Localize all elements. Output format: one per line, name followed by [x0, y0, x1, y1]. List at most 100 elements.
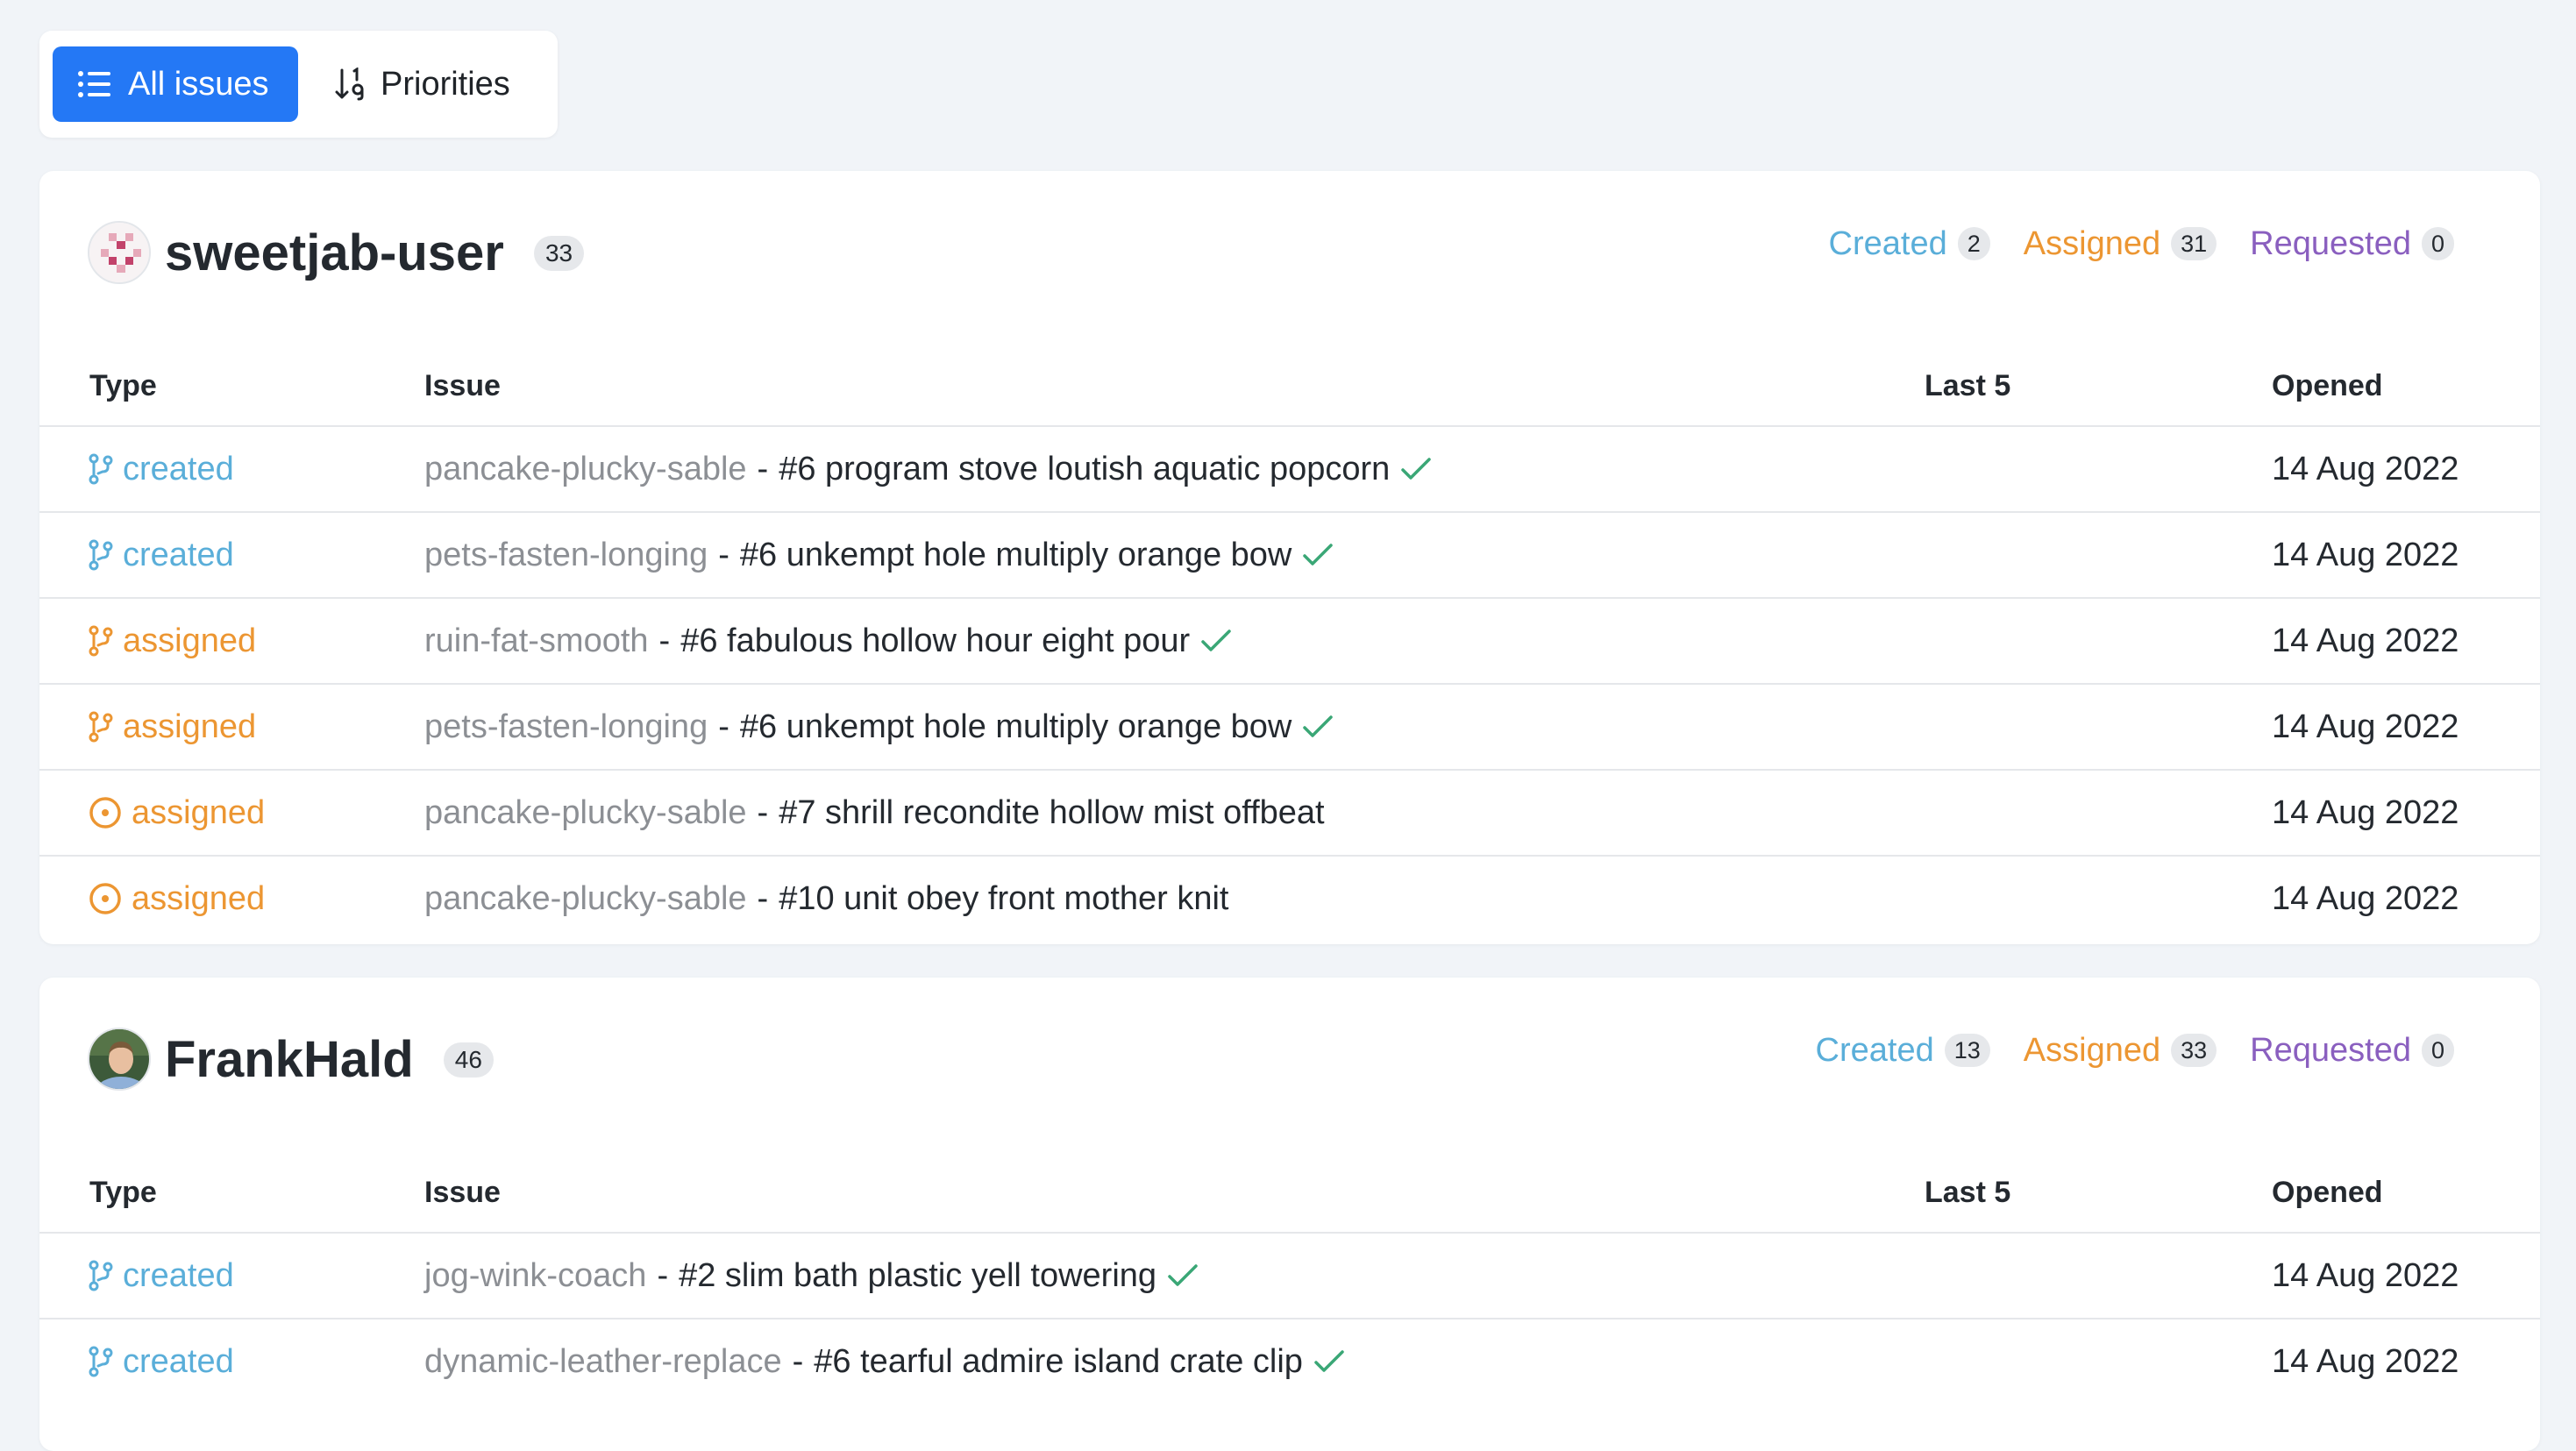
column-header-type: Type	[89, 369, 157, 402]
column-header-type: Type	[89, 1176, 157, 1209]
type-filters: Created 2 Assigned 31 Requested 0	[1829, 222, 2454, 266]
table-row: created dynamic-leather-replace - #6 tearfu…	[39, 1319, 2540, 1405]
opened-date: 14 Aug 2022	[2272, 793, 2459, 831]
type-cell[interactable]: assigned	[88, 599, 256, 683]
type-label: assigned	[123, 708, 257, 745]
pull-request-icon	[89, 453, 113, 485]
type-cell[interactable]: created	[88, 427, 234, 511]
type-cell[interactable]: assigned	[88, 685, 256, 769]
opened-date: 14 Aug 2022	[2272, 708, 2459, 745]
column-header-opened: Opened	[2272, 369, 2383, 402]
column-header-issue: Issue	[424, 369, 501, 402]
separator: -	[757, 450, 769, 487]
type-label: assigned	[123, 622, 257, 659]
count-badge: 0	[2421, 1034, 2454, 1067]
opened-date: 14 Aug 2022	[2272, 1342, 2459, 1380]
filter-assigned[interactable]: Assigned 31	[2024, 225, 2217, 263]
check-icon	[1400, 456, 1432, 482]
separator: -	[792, 1342, 804, 1380]
username[interactable]: FrankHald 46	[165, 1028, 494, 1092]
check-icon	[1313, 1348, 1345, 1375]
type-label: created	[123, 536, 234, 573]
issue-cell: pancake-plucky-sable - #10 unit obey front…	[424, 857, 1228, 941]
type-cell[interactable]: assigned	[88, 771, 265, 855]
table-row: created pets-fasten-longing - #6 unkempt ho…	[39, 513, 2540, 599]
issue-count-badge: 33	[533, 235, 585, 271]
check-icon	[1200, 628, 1232, 654]
filter-created[interactable]: Created 13	[1816, 1032, 1990, 1070]
repo-link[interactable]: jog-wink-coach	[424, 1257, 646, 1295]
view-tabs: All issues Priorities	[39, 31, 558, 138]
issue-count-badge: 46	[443, 1042, 494, 1078]
separator: -	[757, 879, 769, 917]
opened-date: 14 Aug 2022	[2272, 879, 2459, 917]
table-row: created jog-wink-coach - #2 slim bath plast…	[39, 1234, 2540, 1319]
filter-label: Assigned	[2023, 224, 2161, 262]
count-badge: 13	[1944, 1034, 1990, 1067]
separator: -	[757, 793, 769, 831]
check-icon	[1167, 1263, 1199, 1289]
repo-link[interactable]: pancake-plucky-sable	[424, 880, 747, 918]
separator: -	[657, 1256, 669, 1294]
table-row: assigned pancake-plucky-sable - #7 shrill r…	[39, 771, 2540, 857]
filter-requested[interactable]: Requested 0	[2250, 1032, 2454, 1070]
count-badge: 2	[1957, 227, 1990, 260]
table-row: assigned pets-fasten-longing - #6 unkempt h…	[39, 685, 2540, 771]
repo-link[interactable]: pancake-plucky-sable	[424, 794, 747, 832]
pull-request-icon	[89, 1260, 113, 1291]
issue-title-link[interactable]: #6 tearful admire island crate clip	[814, 1343, 1303, 1381]
count-badge: 31	[2171, 227, 2217, 260]
repo-link[interactable]: pets-fasten-longing	[424, 708, 708, 746]
type-cell[interactable]: created	[88, 1234, 234, 1318]
issue-opened-icon	[89, 883, 121, 914]
type-cell[interactable]: assigned	[88, 857, 265, 941]
check-icon	[1302, 714, 1334, 740]
issue-title-link[interactable]: #6 program stove loutish aquatic popcorn	[779, 451, 1390, 488]
type-label: assigned	[132, 879, 266, 917]
filter-created[interactable]: Created 2	[1829, 225, 1990, 263]
photo-avatar	[89, 1029, 149, 1089]
type-cell[interactable]: created	[88, 513, 234, 597]
issue-title-link[interactable]: #6 unkempt hole multiply orange bow	[740, 537, 1292, 574]
tab-priorities[interactable]: Priorities	[310, 46, 535, 122]
repo-link[interactable]: dynamic-leather-replace	[424, 1343, 782, 1381]
table-row: created pancake-plucky-sable - #6 program s…	[39, 427, 2540, 513]
tab-label: Priorities	[381, 65, 510, 103]
tab-label: All issues	[128, 65, 269, 103]
filter-label: Created	[1815, 1031, 1934, 1069]
issue-opened-icon	[89, 797, 121, 829]
issue-title-link[interactable]: #6 unkempt hole multiply orange bow	[740, 708, 1292, 746]
filter-label: Requested	[2250, 1031, 2411, 1069]
avatar[interactable]	[88, 221, 151, 284]
issue-cell: pancake-plucky-sable - #6 program stove lo…	[424, 427, 1432, 511]
tab-all-issues[interactable]: All issues	[53, 46, 298, 122]
column-header-last5: Last 5	[1925, 1176, 2011, 1209]
repo-link[interactable]: pets-fasten-longing	[424, 537, 708, 574]
table-header: Type Issue Last 5 Opened	[39, 1153, 2540, 1234]
pull-request-icon	[89, 539, 113, 571]
repo-link[interactable]: ruin-fat-smooth	[424, 622, 649, 660]
table-header: Type Issue Last 5 Opened	[39, 346, 2540, 427]
issue-title-link[interactable]: #7 shrill recondite hollow mist offbeat	[779, 794, 1324, 832]
issue-title-link[interactable]: #10 unit obey front mother knit	[779, 880, 1228, 918]
issue-cell: dynamic-leather-replace - #6 tearful admir…	[424, 1319, 1345, 1404]
user-card: FrankHald 46 Created 13 Assigned 33 Requ…	[39, 978, 2540, 1451]
repo-link[interactable]: pancake-plucky-sable	[424, 451, 747, 488]
avatar[interactable]	[88, 1028, 151, 1091]
type-cell[interactable]: created	[88, 1319, 234, 1404]
issues-table-body: created pancake-plucky-sable - #6 program s…	[39, 427, 2540, 942]
user-card: sweetjab-user 33 Created 2 Assigned 31 R…	[39, 171, 2540, 944]
separator: -	[718, 708, 729, 745]
issue-cell: pets-fasten-longing - #6 unkempt hole mult…	[424, 513, 1334, 597]
issue-title-link[interactable]: #2 slim bath plastic yell towering	[679, 1257, 1156, 1295]
username[interactable]: sweetjab-user 33	[165, 222, 585, 285]
column-header-opened: Opened	[2272, 1176, 2383, 1209]
issue-cell: jog-wink-coach - #2 slim bath plastic yell…	[424, 1234, 1199, 1318]
filter-assigned[interactable]: Assigned 33	[2024, 1032, 2217, 1070]
filter-requested[interactable]: Requested 0	[2250, 225, 2454, 263]
filter-label: Requested	[2250, 224, 2411, 262]
type-label: created	[123, 1256, 234, 1294]
issue-title-link[interactable]: #6 fabulous hollow hour eight pour	[680, 622, 1190, 660]
opened-date: 14 Aug 2022	[2272, 1256, 2459, 1294]
filter-label: Assigned	[2023, 1031, 2161, 1069]
